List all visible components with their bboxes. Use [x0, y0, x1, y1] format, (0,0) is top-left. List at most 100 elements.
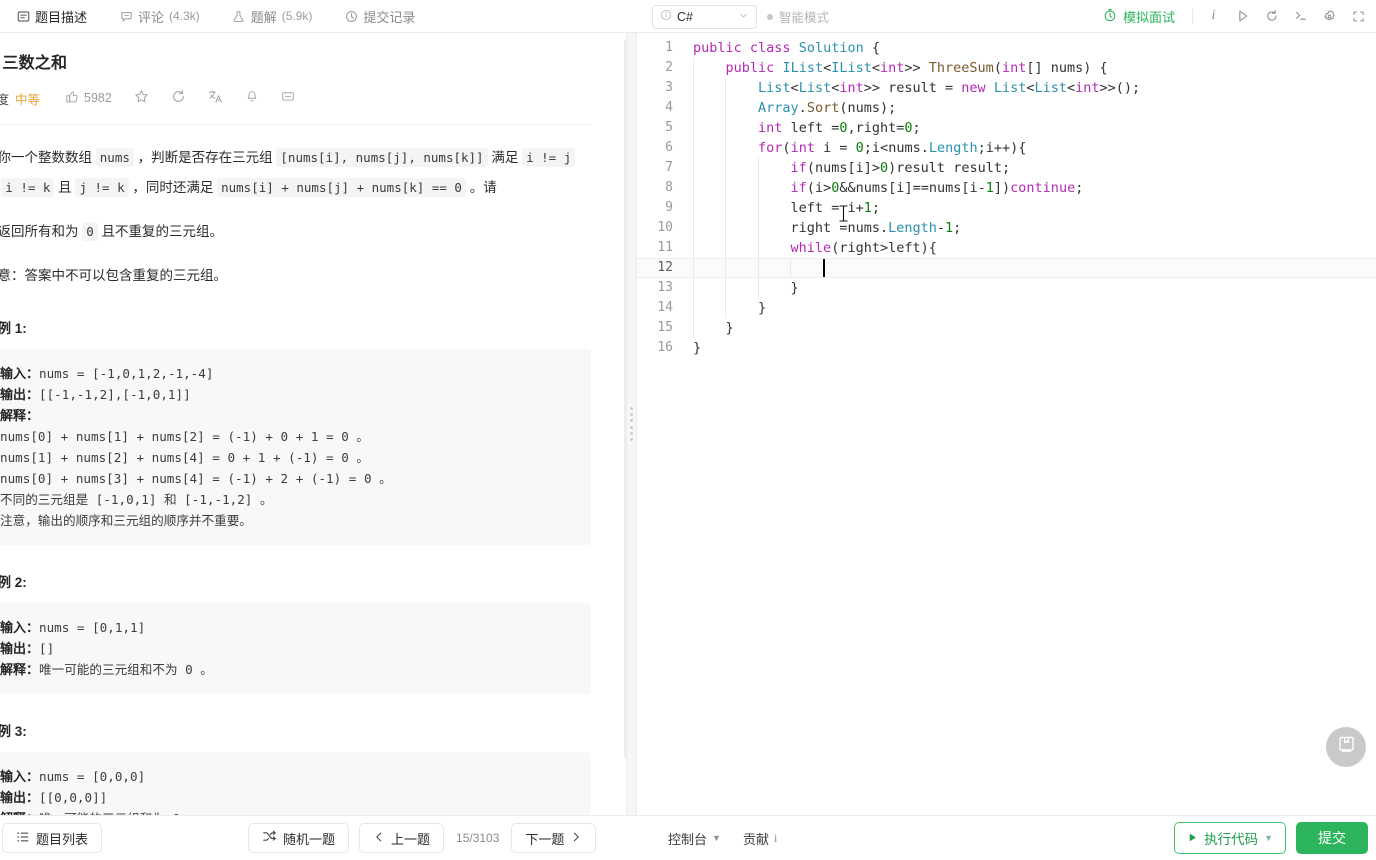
- code-line[interactable]: 6 for(int i = 0;i<nums.Length;i++){: [637, 138, 1376, 158]
- indent-guide: [693, 178, 694, 198]
- leetcode-app: 题目描述 评论 (4.3k) 题解 (5.9k) 提交记录 C# 智能模式 模拟…: [0, 0, 1376, 860]
- chevron-right-icon: [570, 831, 582, 846]
- tab-submissions[interactable]: 提交记录: [328, 0, 431, 32]
- line-number: 9: [665, 200, 673, 215]
- tab-solutions[interactable]: 题解 (5.9k): [216, 0, 329, 32]
- like-button[interactable]: 5982: [54, 90, 123, 107]
- page-title: 5. 三数之和: [0, 55, 68, 72]
- indent-guide: [693, 198, 694, 218]
- example-line: nums[0] + nums[1] + nums[2] = (-1) + 0 +…: [0, 429, 369, 444]
- submit-button[interactable]: 提交: [1296, 822, 1368, 854]
- prev-problem-button[interactable]: 上一题: [359, 823, 445, 853]
- smart-mode-dot-icon: [767, 13, 773, 20]
- example-line-label: 输入：: [0, 620, 40, 635]
- toolbar-divider: [1192, 8, 1193, 24]
- code-line[interactable]: 5 int left =0,right=0;: [637, 118, 1376, 138]
- like-count: 5982: [84, 91, 112, 105]
- code-text: public class Solution {: [693, 40, 880, 56]
- example-line: nums[1] + nums[2] + nums[4] = 0 + 1 + (-…: [0, 450, 369, 465]
- code-line[interactable]: 12: [637, 258, 1376, 278]
- line-number: 11: [657, 240, 673, 255]
- code-editor[interactable]: 1 public class Solution {2 public IList<I…: [637, 33, 1376, 815]
- contribute-link[interactable]: 贡献 i: [743, 829, 777, 848]
- settings-icon[interactable]: [1316, 3, 1343, 30]
- indent-guide: [693, 158, 694, 178]
- code-line[interactable]: 14 }: [637, 298, 1376, 318]
- notification-button[interactable]: [234, 90, 270, 107]
- play-icon[interactable]: [1229, 3, 1256, 30]
- tab-comments[interactable]: 评论 (4.3k): [103, 0, 216, 32]
- console-label: 控制台: [668, 831, 708, 847]
- console-toggle[interactable]: 控制台 ▼: [668, 829, 721, 848]
- next-problem-button[interactable]: 下一题: [511, 823, 597, 853]
- prev-problem-label: 上一题: [391, 831, 431, 847]
- caret-down-icon: ▼: [712, 833, 721, 843]
- code-line[interactable]: 1 public class Solution {: [637, 38, 1376, 58]
- next-problem-label: 下一题: [525, 831, 565, 847]
- flask-icon: [232, 9, 246, 23]
- code-line[interactable]: 3 List<List<int>> result = new List<List…: [637, 78, 1376, 98]
- indent-guide: [757, 218, 759, 238]
- problem-document: 5. 三数之和 难度 中等 5982: [0, 33, 618, 815]
- bottom-console-group: 控制台 ▼ 贡献 i: [668, 829, 777, 848]
- favorite-button[interactable]: [123, 89, 160, 107]
- run-caret-down-icon: ▼: [1264, 833, 1273, 843]
- smart-mode-toggle[interactable]: 智能模式: [767, 7, 829, 26]
- code-text: public IList<IList<int>> ThreeSum(int[] …: [685, 58, 1108, 78]
- notebook-button[interactable]: [1326, 727, 1366, 767]
- contribute-label: 贡献: [742, 831, 769, 847]
- feedback-button[interactable]: [270, 90, 306, 107]
- mock-interview-button[interactable]: 模拟面试: [1093, 7, 1185, 26]
- code-line[interactable]: 16}: [637, 338, 1376, 358]
- run-code-button[interactable]: 执行代码 ▼: [1174, 822, 1286, 854]
- like-icon: [65, 90, 79, 107]
- code-line[interactable]: 9 left = i+1;: [637, 198, 1376, 218]
- problem-tabs: 题目描述 评论 (4.3k) 题解 (5.9k) 提交记录: [0, 0, 431, 32]
- code-text: while(right>left){: [685, 238, 937, 258]
- code-line[interactable]: 15 }: [637, 318, 1376, 338]
- inline-code-zero: 0: [82, 222, 98, 241]
- example-line-label: 输出：: [0, 387, 40, 402]
- indent-guide: [757, 178, 759, 198]
- example-line: 输入：nums = [0,1,1]: [0, 617, 575, 638]
- terminal-icon[interactable]: [1287, 3, 1314, 30]
- reset-icon[interactable]: [1258, 3, 1285, 30]
- top-bar: 题目描述 评论 (4.3k) 题解 (5.9k) 提交记录 C# 智能模式 模拟…: [0, 0, 1376, 33]
- code-line[interactable]: 4 Array.Sort(nums);: [637, 98, 1376, 118]
- star-icon: [134, 89, 149, 107]
- code-line[interactable]: 7 if(nums[i]>0)result result;: [637, 158, 1376, 178]
- inline-code-triplet: [nums[i], nums[j], nums[k]]: [276, 148, 488, 167]
- bottom-actions-group: 执行代码 ▼ 提交: [1174, 822, 1368, 854]
- code-line[interactable]: 10 right =nums.Length-1;: [637, 218, 1376, 238]
- info-icon[interactable]: i: [1200, 3, 1227, 30]
- code-text: for(int i = 0;i<nums.Length;i++){: [685, 138, 1026, 158]
- play-triangle-icon: [1187, 831, 1198, 846]
- indent-guide: [693, 278, 694, 298]
- problem-list-button[interactable]: 题目列表: [2, 823, 103, 853]
- line-number: 12: [657, 260, 673, 275]
- comment-icon: [119, 9, 133, 23]
- stopwatch-icon: [1103, 8, 1117, 25]
- share-button[interactable]: [160, 89, 197, 107]
- language-value: C#: [677, 9, 693, 24]
- indent-guide: [693, 238, 694, 258]
- code-line[interactable]: 8 if(i>0&&nums[i]==nums[i-1])continue;: [637, 178, 1376, 198]
- code-line[interactable]: 11 while(right>left){: [637, 238, 1376, 258]
- line-number: 10: [657, 220, 673, 235]
- code-line[interactable]: 2 public IList<IList<int>> ThreeSum(int[…: [637, 58, 1376, 78]
- problem-scroll-area[interactable]: 5. 三数之和 难度 中等 5982: [0, 33, 637, 815]
- code-editor-panel[interactable]: 1 public class Solution {2 public IList<I…: [637, 33, 1376, 815]
- example-line-label: 输出：: [0, 641, 40, 656]
- indent-guide: [725, 198, 727, 218]
- translate-button[interactable]: [197, 89, 234, 107]
- panel-resize-handle[interactable]: [626, 33, 637, 815]
- random-problem-button[interactable]: 随机一题: [248, 823, 350, 853]
- line-number: 5: [665, 120, 673, 135]
- language-selector[interactable]: C#: [652, 4, 757, 29]
- fullscreen-icon[interactable]: [1345, 3, 1372, 30]
- desc-text: 给你一个整数数组: [0, 150, 92, 165]
- code-line[interactable]: 13 }: [637, 278, 1376, 298]
- bottom-left-group: 题目列表: [2, 823, 103, 853]
- feedback-icon: [281, 90, 295, 107]
- tab-description[interactable]: 题目描述: [0, 0, 103, 32]
